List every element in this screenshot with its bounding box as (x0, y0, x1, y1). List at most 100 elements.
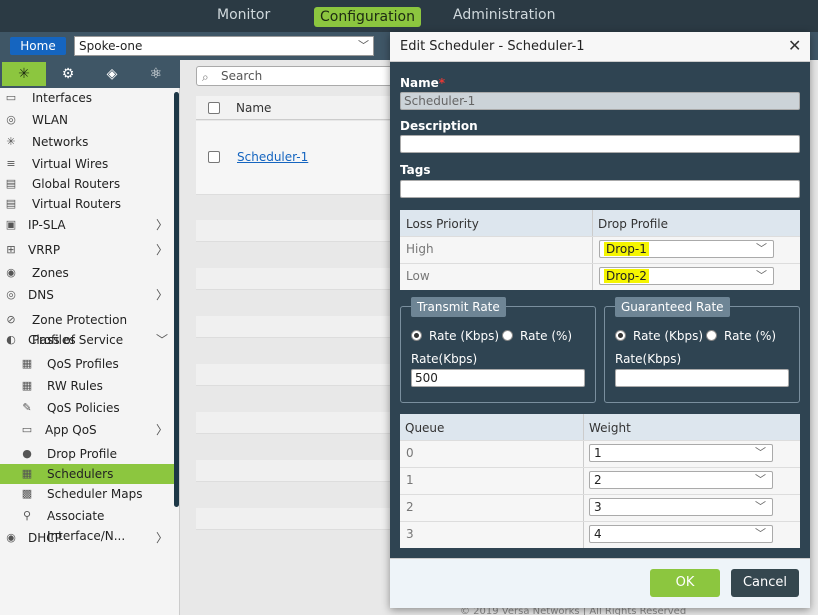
home-button[interactable]: Home (10, 37, 66, 55)
sidebar-item-ip-sla[interactable]: ▣ IP-SLA 〉 (0, 215, 174, 235)
queue-id: 2 (406, 500, 414, 514)
sidebar-item-virtual-wires[interactable]: ≡ Virtual Wires (0, 154, 174, 174)
guaranteed-rate-kbps-label: Rate (Kbps) (633, 329, 704, 343)
router-icon: ▤ (5, 197, 17, 210)
weight-select[interactable]: 1 ﹀ (589, 444, 773, 462)
chevron-down-icon: ﹀ (755, 446, 766, 459)
tags-label: Tags (400, 163, 431, 177)
sidebar-item-associate-interface[interactable]: ⚲ Associate Interface/N... (0, 506, 174, 543)
search-input[interactable]: ⌕ Search (196, 66, 396, 86)
table-row (196, 268, 396, 290)
column-queue: Queue (405, 421, 445, 435)
chevron-down-icon: ﹀ (755, 527, 766, 540)
sidebar-item-zone-protection-profiles[interactable]: ⊘ Zone Protection Profiles (0, 310, 174, 347)
table-row (196, 460, 396, 482)
sidebar-scrollbar[interactable] (174, 92, 179, 507)
column-header-name[interactable]: Name (236, 101, 271, 115)
column-loss-priority: Loss Priority (406, 217, 479, 231)
sidebar-item-app-qos[interactable]: ▭ App QoS 〉 (0, 420, 174, 440)
transmit-rate-kbps-radio[interactable] (411, 330, 422, 341)
sidebar-item-qos-policies[interactable]: ✎ QoS Policies (0, 398, 174, 418)
class-of-service-icon: ◐ (6, 333, 16, 346)
chevron-right-icon: 〉 (155, 243, 168, 257)
close-icon[interactable]: ✕ (788, 36, 801, 55)
column-drop-profile: Drop Profile (598, 217, 668, 231)
guaranteed-rate-kbps-radio[interactable] (615, 330, 626, 341)
loss-priority-low: Low (406, 269, 430, 283)
description-label: Description (400, 119, 478, 133)
chevron-down-icon: ﹀ (756, 242, 767, 255)
gear-icon[interactable]: ⚙ (46, 62, 90, 86)
chevron-right-icon: 〉 (155, 423, 168, 437)
sidebar-item-zones[interactable]: ◉ Zones (0, 263, 174, 283)
chevron-down-icon: ﹀ (358, 39, 369, 52)
chevron-down-icon: ﹀ (755, 500, 766, 513)
name-field[interactable]: Scheduler-1 (400, 92, 800, 110)
row-checkbox[interactable] (208, 151, 220, 163)
queue-id: 1 (406, 473, 414, 487)
transmit-rate-field[interactable]: 500 (411, 369, 585, 387)
transmit-rate-percent-label: Rate (%) (520, 329, 573, 343)
organization-select[interactable]: Spoke-one ﹀ (74, 36, 374, 56)
zones-icon: ◉ (6, 266, 16, 279)
search-icon: ⌕ (202, 70, 209, 84)
rules-icon: ▦ (21, 379, 33, 392)
sidebar-item-class-of-service[interactable]: ◐ Class of Service ﹀ (0, 330, 174, 350)
transmit-rate-kbps-label: Rate (Kbps) (429, 329, 500, 343)
nav-configuration[interactable]: Configuration (314, 7, 421, 27)
dhcp-icon: ◉ (6, 531, 16, 544)
interfaces-icon: ▭ (5, 91, 17, 104)
organization-value: Spoke-one (79, 39, 143, 53)
dialog-title: Edit Scheduler - Scheduler-1 (400, 39, 585, 54)
nav-monitor[interactable]: Monitor (217, 7, 270, 23)
guaranteed-rate-percent-radio[interactable] (706, 330, 717, 341)
ok-button[interactable]: OK (650, 569, 720, 597)
app-qos-icon: ▭ (21, 423, 33, 436)
scheduler-link[interactable]: Scheduler-1 (237, 150, 308, 164)
sidebar-item-scheduler-maps[interactable]: ▩ Scheduler Maps (0, 484, 174, 504)
table-header (196, 96, 396, 120)
sidebar-item-drop-profile[interactable]: ● Drop Profile (0, 444, 174, 464)
sidebar-item-dns[interactable]: ◎ DNS 〉 (0, 285, 174, 305)
calendar-icon: ▦ (21, 467, 33, 480)
sidebar-item-global-routers[interactable]: ▤ Global Routers (0, 174, 174, 194)
cancel-button[interactable]: Cancel (731, 569, 799, 597)
sidebar-item-vrrp[interactable]: ⊞ VRRP 〉 (0, 240, 174, 260)
sidebar-item-wlan[interactable]: ◎ WLAN (0, 110, 174, 130)
nav-administration[interactable]: Administration (453, 7, 555, 23)
weight-select[interactable]: 2 ﹀ (589, 471, 773, 489)
weight-select[interactable]: 4 ﹀ (589, 525, 773, 543)
chevron-right-icon: 〉 (155, 218, 168, 232)
weight-select[interactable]: 3 ﹀ (589, 498, 773, 516)
sidebar-item-interfaces[interactable]: ▭ Interfaces (0, 88, 174, 108)
drop-profile-select-high[interactable]: Drop-1 ﹀ (599, 240, 774, 258)
drop-profile-select-low[interactable]: Drop-2 ﹀ (599, 267, 774, 285)
cube-icon[interactable]: ◈ (90, 62, 134, 86)
description-field[interactable] (400, 135, 800, 153)
chevron-down-icon: ﹀ (155, 333, 168, 347)
sidebar-item-rw-rules[interactable]: ▦ RW Rules (0, 376, 174, 396)
virtual-wire-icon: ≡ (6, 157, 16, 170)
guaranteed-rate-field[interactable] (615, 369, 789, 387)
tags-field[interactable] (400, 180, 800, 198)
guaranteed-rate-percent-label: Rate (%) (724, 329, 777, 343)
router-icon: ▤ (5, 177, 17, 190)
table-row (196, 412, 396, 434)
network-icon[interactable]: ✳ (2, 62, 46, 86)
queue-id: 3 (406, 527, 414, 541)
sidebar-item-schedulers[interactable]: ▦ Schedulers (0, 464, 174, 484)
sidebar-item-virtual-routers[interactable]: ▤ Virtual Routers (0, 194, 174, 214)
guaranteed-rate-field-label: Rate(Kbps) (615, 352, 682, 366)
sidebar-item-dhcp[interactable]: ◉ DHCP 〉 (0, 528, 174, 548)
name-label: Name* (400, 76, 446, 90)
loss-priority-high: High (406, 242, 434, 256)
sidebar-item-qos-profiles[interactable]: ▦ QoS Profiles (0, 354, 174, 374)
transmit-rate-percent-radio[interactable] (502, 330, 513, 341)
chevron-down-icon: ﹀ (756, 269, 767, 282)
sidebar-item-networks[interactable]: ✳ Networks (0, 132, 174, 152)
queue-id: 0 (406, 446, 414, 460)
settings-globe-icon[interactable]: ⚛ (134, 62, 178, 86)
table-row (196, 508, 396, 530)
shield-icon: ⊘ (6, 313, 16, 326)
select-all-checkbox[interactable] (208, 102, 220, 114)
